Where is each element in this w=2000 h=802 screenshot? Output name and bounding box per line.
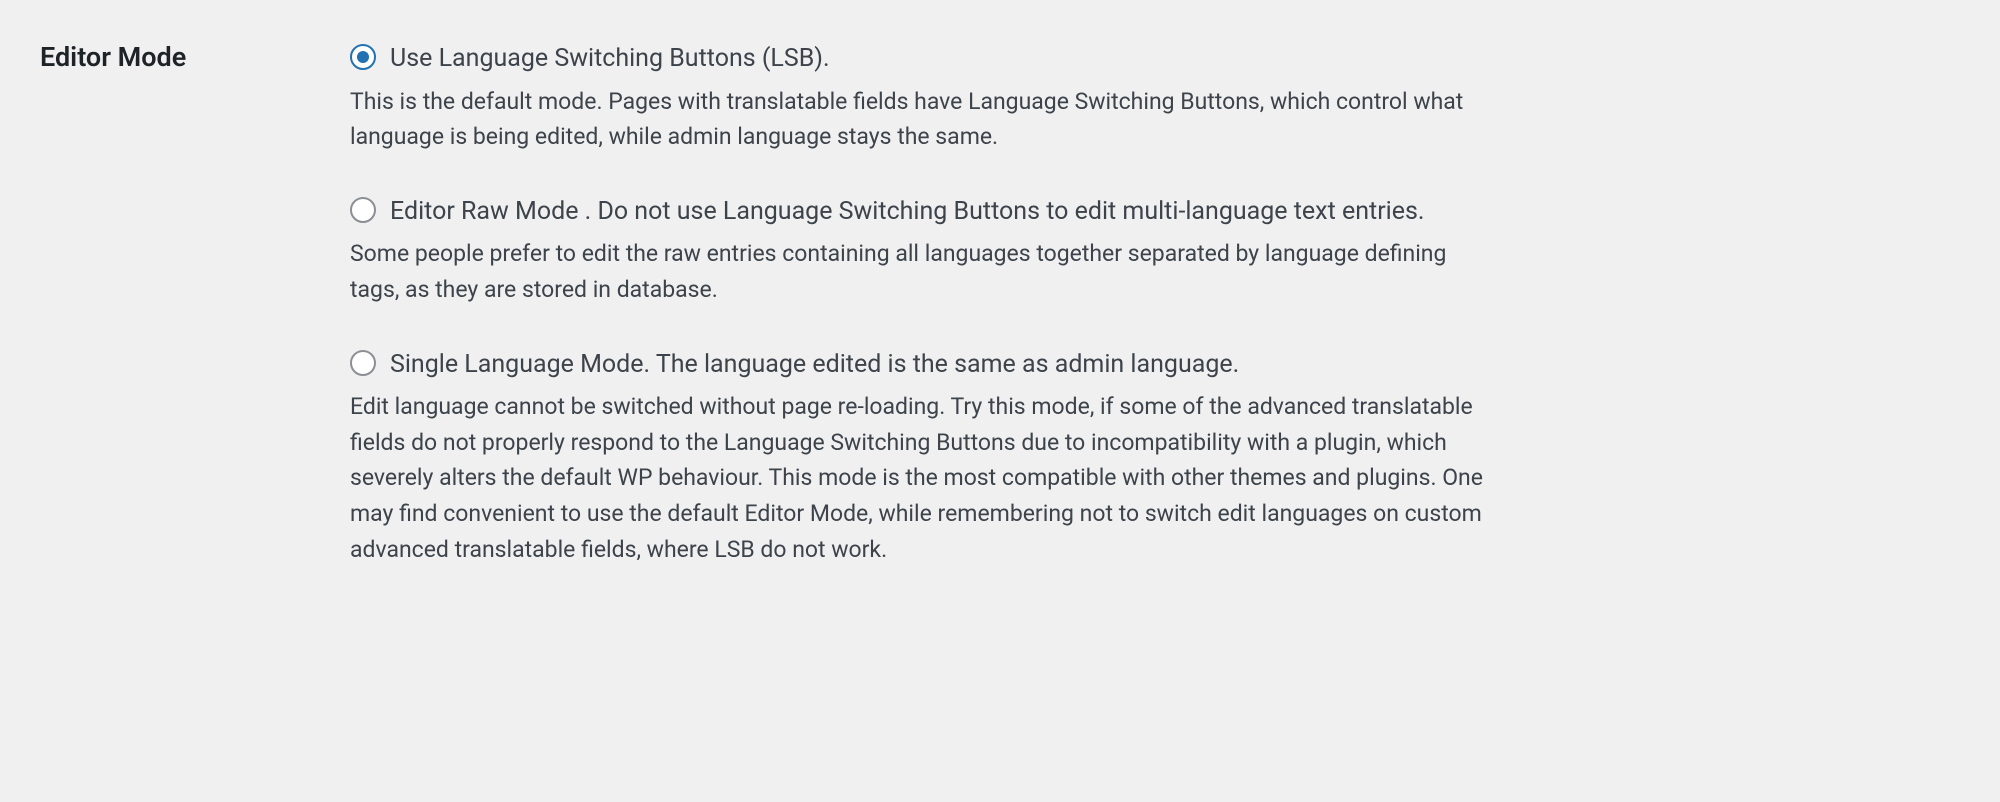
options-container: Use Language Switching Buttons (LSB). Th… — [350, 40, 1490, 567]
option-lsb: Use Language Switching Buttons (LSB). Th… — [350, 40, 1490, 155]
option-raw: Editor Raw Mode . Do not use Language Sw… — [350, 193, 1490, 308]
radio-raw[interactable] — [350, 197, 376, 223]
section-title: Editor Mode — [40, 40, 350, 75]
radio-lsb[interactable] — [350, 44, 376, 70]
radio-single[interactable] — [350, 350, 376, 376]
option-single-description: Edit language cannot be switched without… — [350, 389, 1490, 567]
option-raw-label[interactable]: Editor Raw Mode . Do not use Language Sw… — [390, 193, 1425, 231]
option-single-label[interactable]: Single Language Mode. The language edite… — [390, 346, 1239, 384]
option-lsb-description: This is the default mode. Pages with tra… — [350, 84, 1490, 155]
option-lsb-label[interactable]: Use Language Switching Buttons (LSB). — [390, 40, 830, 78]
option-single: Single Language Mode. The language edite… — [350, 346, 1490, 568]
option-raw-description: Some people prefer to edit the raw entri… — [350, 236, 1490, 307]
